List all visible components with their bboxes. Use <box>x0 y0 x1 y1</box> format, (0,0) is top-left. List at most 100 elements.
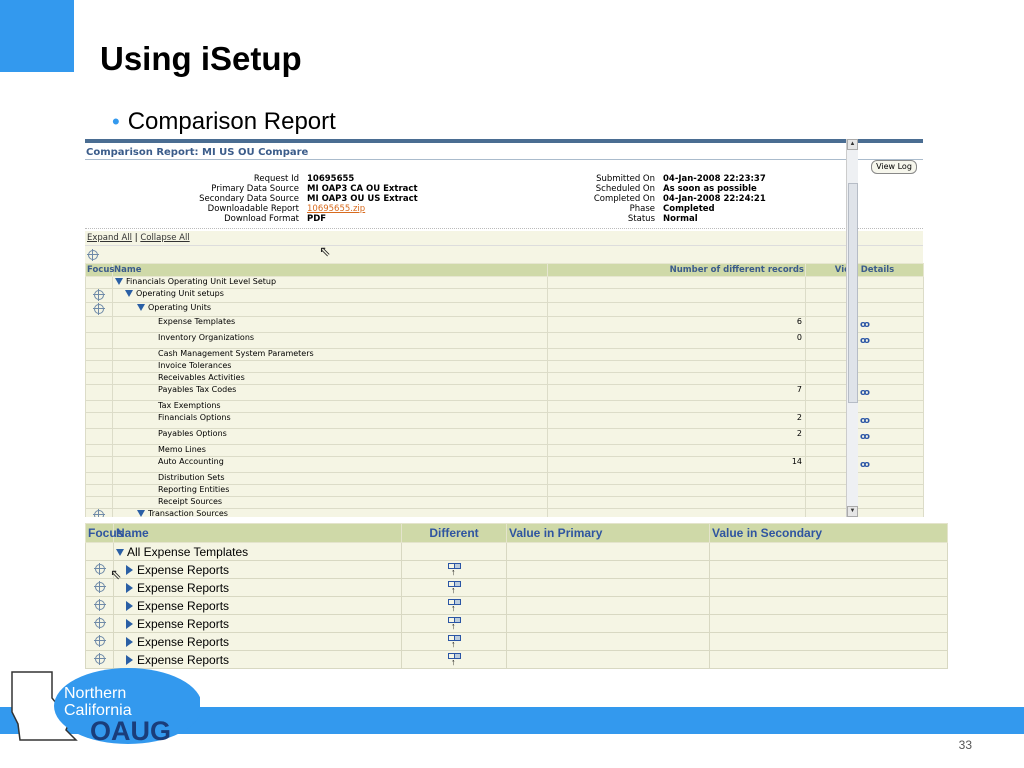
value-secondary <box>709 560 948 579</box>
different-count <box>547 360 806 373</box>
tree-row: Invoice Tolerances <box>85 360 924 373</box>
info-value: MI OAP3 CA OU Extract <box>307 184 418 194</box>
mouse-cursor-icon: ⇖ <box>319 243 331 259</box>
corner-accent-block <box>0 0 74 72</box>
scroll-up-icon[interactable]: ▲ <box>847 139 858 150</box>
info-label: Secondary Data Source <box>199 194 299 204</box>
expand-triangle-icon[interactable] <box>126 601 133 612</box>
value-primary <box>506 650 710 669</box>
comparison-row-name: Expense Reports <box>137 598 230 613</box>
report-tree-table: Focus Name Number of different records V… <box>85 263 924 517</box>
tree-node-name: Expense Templates <box>158 317 236 327</box>
collapse-triangle-icon[interactable] <box>137 510 145 517</box>
info-value: PDF <box>307 214 327 224</box>
info-label: Scheduled On <box>595 184 655 194</box>
report-scrollbar[interactable]: ▲ ▼ <box>846 139 858 517</box>
comparison-row: Expense Reports ↑ <box>85 560 948 579</box>
view-details-icon[interactable]: ꝏ <box>860 416 870 426</box>
tree-row: Operating Unit setups <box>85 288 924 303</box>
scroll-down-icon[interactable]: ▼ <box>847 506 858 517</box>
focus-target-icon[interactable] <box>93 634 106 647</box>
focus-target-icon[interactable] <box>93 303 105 315</box>
focus-target-icon[interactable] <box>93 652 106 665</box>
scroll-thumb[interactable] <box>848 183 858 403</box>
report-top-bar <box>85 139 923 143</box>
different-icon[interactable]: ↑ <box>448 616 461 631</box>
expand-collapse-bar: Expand All | Collapse All <box>85 231 923 245</box>
collapse-all-link[interactable]: Collapse All <box>140 233 189 243</box>
tree-row: Receipt Sources <box>85 496 924 509</box>
focus-target-icon[interactable] <box>93 598 106 611</box>
value-primary <box>506 632 710 651</box>
tree-row: Payables Tax Codes 7 ꝏ <box>85 384 924 401</box>
expand-triangle-icon[interactable] <box>126 565 133 576</box>
focus-target-icon[interactable] <box>87 249 99 261</box>
different-count <box>547 400 806 413</box>
expand-all-link[interactable]: Expand All <box>87 233 132 243</box>
expand-triangle-icon[interactable] <box>126 637 133 648</box>
tree-row: Cash Management System Parameters <box>85 348 924 361</box>
tree-node-name: Payables Tax Codes <box>158 385 237 395</box>
focus-target-icon[interactable] <box>93 562 106 575</box>
info-row: Completed On 04-Jan-2008 22:24:21 <box>525 194 766 204</box>
different-count: 2 <box>547 412 806 429</box>
different-icon[interactable]: ↑ <box>448 580 461 595</box>
col-name: Name <box>112 263 548 277</box>
info-label: Submitted On <box>596 174 655 184</box>
tree-row: Operating Units <box>85 302 924 317</box>
report-title: Comparison Report: MI US OU Compare <box>86 147 309 158</box>
info-row: Submitted On 04-Jan-2008 22:23:37 <box>525 174 766 184</box>
tree-node-name: Distribution Sets <box>158 473 225 483</box>
info-row: Status Normal <box>525 214 766 224</box>
different-icon[interactable]: ↑ <box>448 562 461 577</box>
info-row: Download Format PDF <box>85 214 418 224</box>
info-label: Status <box>627 214 655 224</box>
focus-target-icon[interactable] <box>93 616 106 629</box>
different-icon[interactable]: ↑ <box>448 598 461 613</box>
value-secondary <box>709 596 948 615</box>
view-details-icon[interactable]: ꝏ <box>860 388 870 398</box>
view-log-button[interactable]: View Log <box>871 160 917 174</box>
report-info-left: Request Id 10695655 Primary Data Source MI … <box>85 174 418 224</box>
different-icon[interactable]: ↑ <box>448 652 461 667</box>
bullet-dot-icon: • <box>112 109 120 134</box>
different-icon[interactable]: ↑ <box>448 634 461 649</box>
info-label: Downloadable Report <box>207 204 299 214</box>
comparison-row: Expense Reports ↑ <box>85 596 948 615</box>
view-details-icon[interactable]: ꝏ <box>860 336 870 346</box>
download-report-link[interactable]: 10695655.zip <box>307 204 365 214</box>
view-details-icon[interactable]: ꝏ <box>860 432 870 442</box>
view-details-icon[interactable]: ꝏ <box>860 460 870 470</box>
info-label: Phase <box>629 204 655 214</box>
expand-triangle-icon[interactable] <box>126 619 133 630</box>
view-details-icon[interactable]: ꝏ <box>860 320 870 330</box>
focus-target-icon[interactable] <box>93 509 105 517</box>
value-primary <box>506 596 710 615</box>
tree-node-name: Auto Accounting <box>158 457 224 467</box>
tree-node-name: Financials Options <box>158 413 231 423</box>
tree-row: Transaction Sources <box>85 508 924 517</box>
info-row: Request Id 10695655 <box>85 174 418 184</box>
collapse-triangle-icon[interactable] <box>125 290 133 297</box>
comparison-row-name: Expense Reports <box>137 634 230 649</box>
bullet-text: Comparison Report <box>127 108 336 135</box>
info-value: 10695655 <box>307 174 355 184</box>
collapse-triangle-icon[interactable] <box>116 548 124 556</box>
expand-triangle-icon[interactable] <box>126 583 133 594</box>
different-count <box>547 472 806 485</box>
collapse-triangle-icon[interactable] <box>137 304 145 311</box>
collapse-triangle-icon[interactable] <box>115 278 123 285</box>
tree-row: Expense Templates 6 ꝏ <box>85 316 924 333</box>
info-label: Request Id <box>253 174 299 184</box>
info-row: Downloadable Report 10695655.zip <box>85 204 418 214</box>
focus-target-icon[interactable] <box>93 289 105 301</box>
different-count: 2 <box>547 428 806 445</box>
value-secondary <box>709 614 948 633</box>
info-value: MI OAP3 OU US Extract <box>307 194 418 204</box>
tree-node-name: Payables Options <box>158 429 227 439</box>
expand-triangle-icon[interactable] <box>126 655 133 666</box>
report-info-right: Submitted On 04-Jan-2008 22:23:37 Schedule… <box>525 174 766 224</box>
focus-target-icon[interactable] <box>93 580 106 593</box>
col-different-count: Number of different records <box>547 263 806 277</box>
tree-node-name: Financials Operating Unit Level Setup <box>126 277 277 287</box>
